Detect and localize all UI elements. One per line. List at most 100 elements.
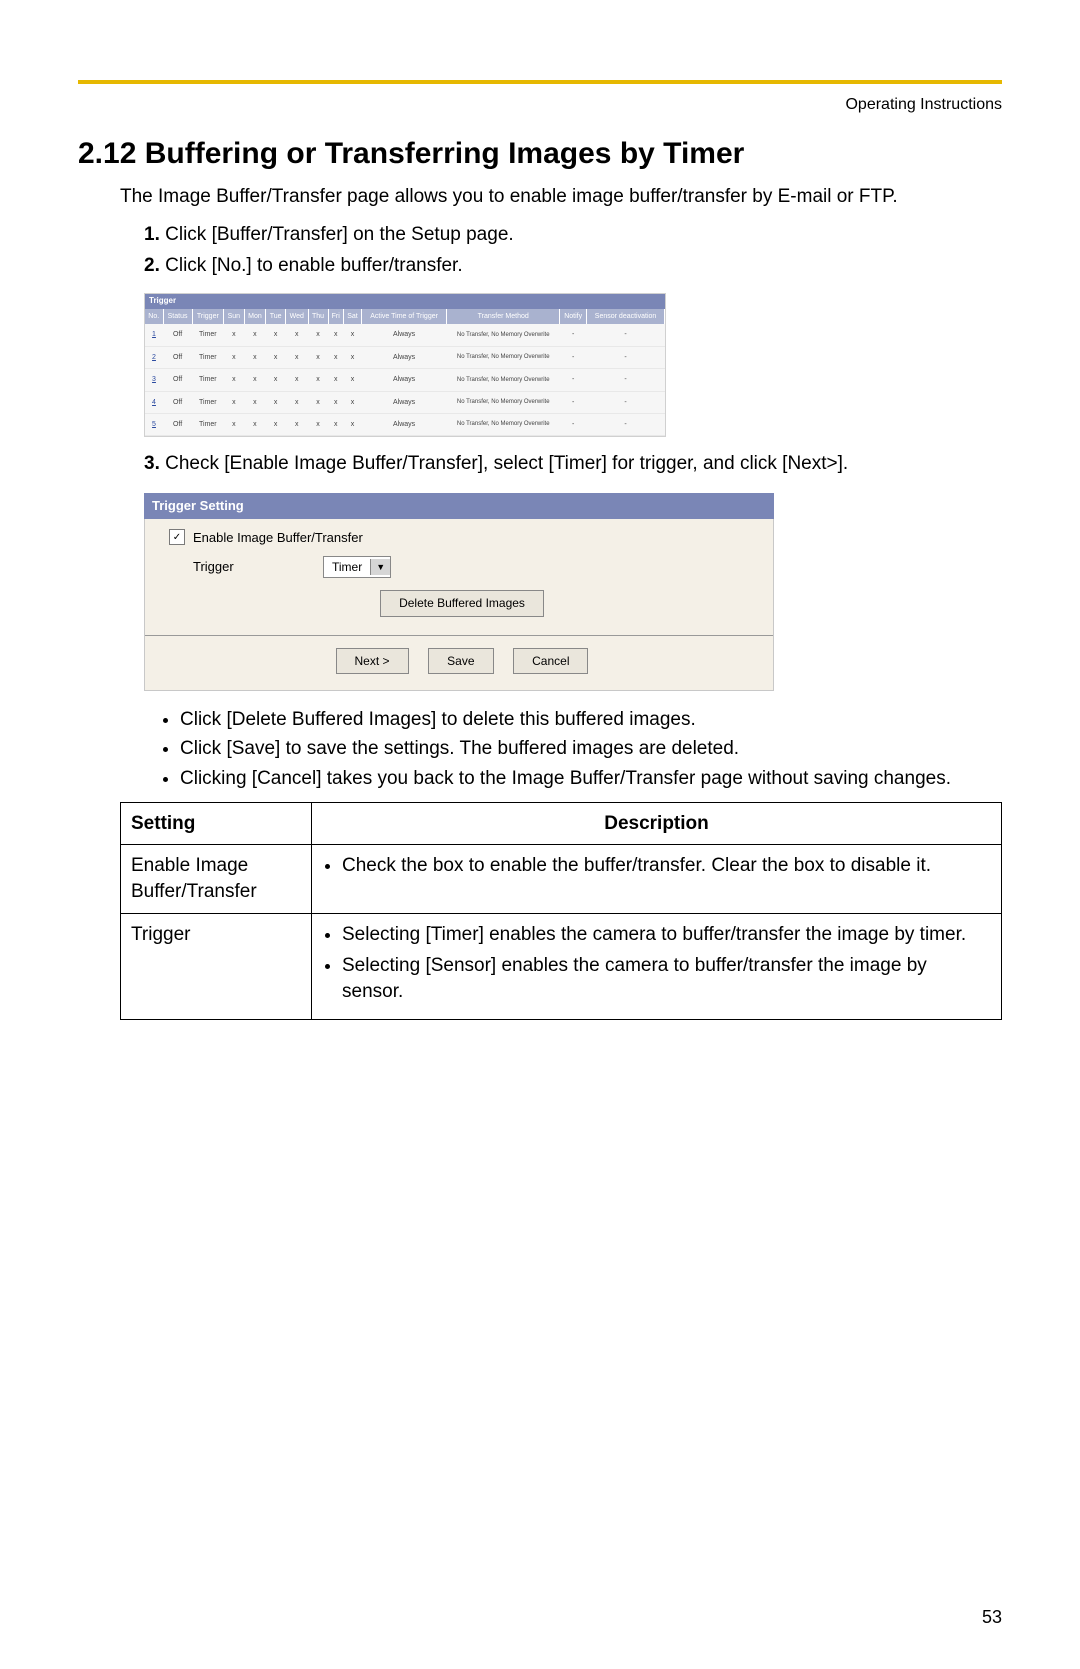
row-active: Always — [362, 324, 447, 346]
row-no[interactable]: 1 — [145, 324, 163, 346]
col-setting-header: Setting — [121, 802, 312, 845]
row-day: x — [328, 369, 343, 391]
trigger-caption: Trigger — [145, 294, 665, 309]
row-day: x — [224, 369, 244, 391]
row-day: x — [244, 369, 266, 391]
row-transfer-method: No Transfer, No Memory Overwrite — [447, 324, 560, 346]
trigger-table-header: Sun — [224, 309, 244, 324]
trigger-table-header: No. — [145, 309, 163, 324]
row-no[interactable]: 3 — [145, 369, 163, 391]
row-active: Always — [362, 391, 447, 413]
row-sensor: - — [587, 369, 665, 391]
row-status: Off — [163, 324, 192, 346]
row-notify: - — [560, 324, 587, 346]
setting-description-table: Setting Description Enable Image Buffer/… — [120, 802, 1002, 1020]
trigger-select[interactable]: Timer ▼ — [323, 556, 391, 578]
row-day: x — [244, 391, 266, 413]
row-day: x — [285, 391, 308, 413]
trigger-table-header: Trigger — [192, 309, 224, 324]
step-1-text: Click [Buffer/Transfer] on the Setup pag… — [165, 224, 514, 245]
trigger-table-header: Active Time of Trigger — [362, 309, 447, 324]
row-sensor: - — [587, 346, 665, 368]
row-day: x — [343, 324, 361, 346]
row-day: x — [343, 346, 361, 368]
row-status: Off — [163, 391, 192, 413]
row-day: x — [224, 324, 244, 346]
row-no[interactable]: 2 — [145, 346, 163, 368]
page-number: 53 — [982, 1605, 1002, 1629]
trigger-setting-title: Trigger Setting — [144, 493, 774, 519]
row-no[interactable]: 4 — [145, 391, 163, 413]
row-day: x — [343, 414, 361, 436]
trigger-table-header: Status — [163, 309, 192, 324]
row-day: x — [308, 324, 328, 346]
row-day: x — [285, 414, 308, 436]
trigger-table-header: Sat — [343, 309, 361, 324]
table-row: Enable Image Buffer/Transfer Check the b… — [121, 845, 1002, 913]
desc-trigger-timer: Selecting [Timer] enables the camera to … — [342, 922, 991, 948]
row-trigger: Timer — [192, 414, 224, 436]
col-description-header: Description — [312, 802, 1002, 845]
trigger-table-row: 5OffTimerxxxxxxxAlwaysNo Transfer, No Me… — [145, 414, 665, 436]
trigger-table: No.StatusTriggerSunMonTueWedThuFriSatAct… — [145, 309, 665, 437]
row-active: Always — [362, 369, 447, 391]
row-day: x — [244, 346, 266, 368]
trigger-table-header: Wed — [285, 309, 308, 324]
delete-buffered-images-button[interactable]: Delete Buffered Images — [380, 590, 544, 616]
row-trigger: Timer — [192, 324, 224, 346]
row-day: x — [285, 369, 308, 391]
intro-paragraph: The Image Buffer/Transfer page allows yo… — [120, 184, 1002, 210]
row-notify: - — [560, 346, 587, 368]
step-3-text: Check [Enable Image Buffer/Transfer], se… — [165, 453, 848, 474]
row-transfer-method: No Transfer, No Memory Overwrite — [447, 346, 560, 368]
row-day: x — [308, 414, 328, 436]
row-day: x — [266, 324, 286, 346]
note-3: Clicking [Cancel] takes you back to the … — [180, 766, 1002, 792]
trigger-table-row: 1OffTimerxxxxxxxAlwaysNo Transfer, No Me… — [145, 324, 665, 346]
trigger-table-header: Sensor deactivation — [587, 309, 665, 324]
row-day: x — [328, 414, 343, 436]
row-sensor: - — [587, 391, 665, 413]
trigger-table-header: Notify — [560, 309, 587, 324]
row-day: x — [343, 391, 361, 413]
row-status: Off — [163, 369, 192, 391]
notes-list: Click [Delete Buffered Images] to delete… — [162, 707, 1002, 792]
row-status: Off — [163, 346, 192, 368]
row-day: x — [285, 324, 308, 346]
trigger-table-header: Fri — [328, 309, 343, 324]
trigger-table-header: Tue — [266, 309, 286, 324]
row-day: x — [224, 391, 244, 413]
trigger-table-row: 2OffTimerxxxxxxxAlwaysNo Transfer, No Me… — [145, 346, 665, 368]
row-trigger: Timer — [192, 369, 224, 391]
row-day: x — [343, 369, 361, 391]
trigger-setting-panel: Trigger Setting ✓ Enable Image Buffer/Tr… — [144, 493, 774, 691]
trigger-table-row: 4OffTimerxxxxxxxAlwaysNo Transfer, No Me… — [145, 391, 665, 413]
note-2: Click [Save] to save the settings. The b… — [180, 736, 1002, 762]
row-notify: - — [560, 414, 587, 436]
row-day: x — [328, 391, 343, 413]
row-sensor: - — [587, 414, 665, 436]
row-day: x — [266, 414, 286, 436]
row-no[interactable]: 5 — [145, 414, 163, 436]
row-transfer-method: No Transfer, No Memory Overwrite — [447, 391, 560, 413]
step-1: 1. Click [Buffer/Transfer] on the Setup … — [144, 222, 1002, 248]
cancel-button[interactable]: Cancel — [513, 648, 588, 674]
save-button[interactable]: Save — [428, 648, 493, 674]
table-row: Trigger Selecting [Timer] enables the ca… — [121, 913, 1002, 1019]
enable-checkbox[interactable]: ✓ — [169, 529, 185, 545]
doc-header: Operating Instructions — [78, 94, 1002, 116]
section-title: 2.12 Buffering or Transferring Images by… — [78, 134, 1002, 175]
row-day: x — [224, 346, 244, 368]
trigger-table-header: Thu — [308, 309, 328, 324]
row-day: x — [224, 414, 244, 436]
trigger-table-header: Mon — [244, 309, 266, 324]
row-day: x — [244, 414, 266, 436]
trigger-table-screenshot: Trigger No.StatusTriggerSunMonTueWedThuF… — [144, 293, 666, 437]
row-day: x — [308, 369, 328, 391]
row-trigger: Timer — [192, 391, 224, 413]
next-button[interactable]: Next > — [336, 648, 409, 674]
enable-label: Enable Image Buffer/Transfer — [193, 529, 363, 547]
chevron-down-icon: ▼ — [370, 559, 390, 575]
note-1: Click [Delete Buffered Images] to delete… — [180, 707, 1002, 733]
trigger-select-value: Timer — [324, 557, 370, 577]
